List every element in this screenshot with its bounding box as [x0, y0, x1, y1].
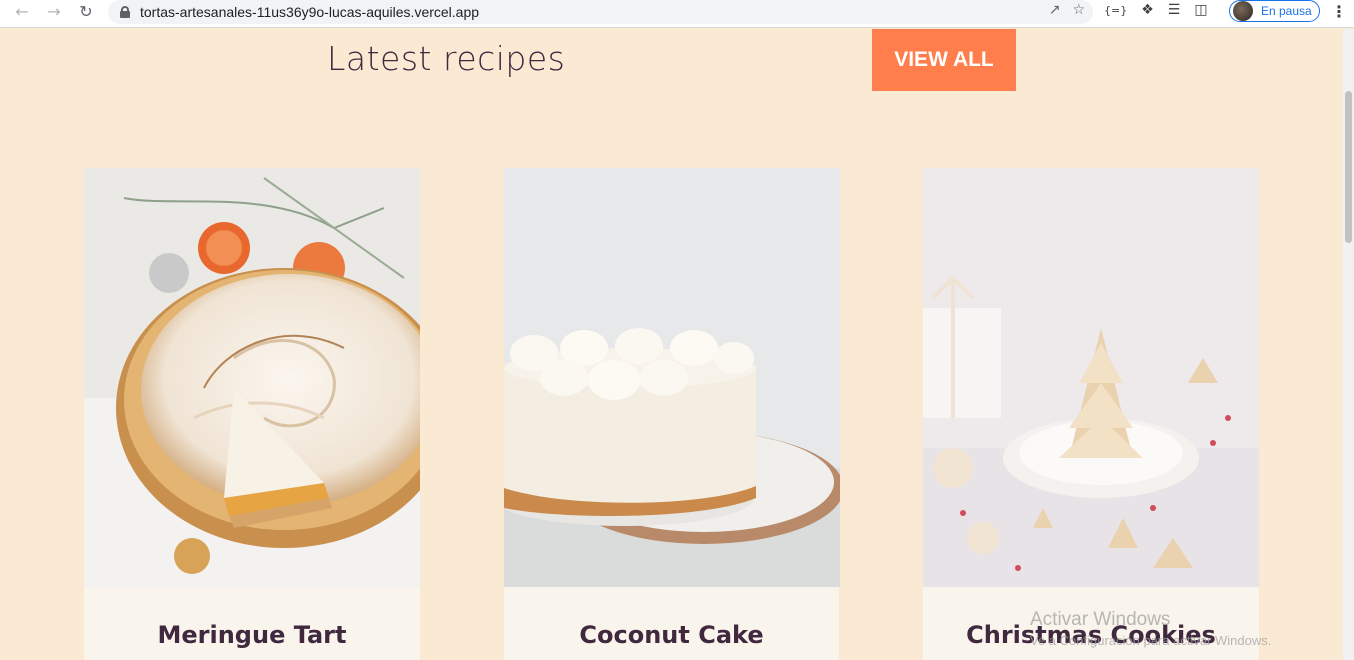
recipe-card[interactable]: Christmas Cookies [923, 168, 1259, 660]
media-queue-icon[interactable]: ☰ [1168, 2, 1181, 18]
watermark-title: Activar Windows [1030, 609, 1171, 630]
extension-icon[interactable]: {=} [1104, 4, 1127, 17]
more-menu-icon[interactable]: ⋮ [1331, 2, 1347, 21]
windows-activation-watermark: Activar Windows Ve a Configuración para … [1030, 609, 1271, 648]
avatar [1233, 1, 1253, 21]
page-scrollbar[interactable] [1343, 29, 1354, 660]
meringue-tart-image [84, 168, 420, 587]
coconut-cake-image [504, 168, 840, 587]
url-text: tortas-artesanales-11us36y9o-lucas-aquil… [140, 4, 480, 20]
watermark-subtitle: Ve a Configuración para activar Windows. [1030, 633, 1272, 648]
recipe-card[interactable]: Meringue Tart [84, 168, 420, 660]
forward-arrow-icon[interactable]: → [40, 0, 68, 22]
recipe-card-body: Coconut Cake [504, 587, 839, 660]
side-panel-icon[interactable]: ◫ [1194, 2, 1207, 18]
recipe-card[interactable]: Coconut Cake [504, 168, 840, 660]
puzzle-extensions-icon[interactable]: ❖ [1141, 2, 1154, 18]
recipe-title: Meringue Tart [157, 621, 347, 649]
profile-button[interactable]: En pausa [1229, 0, 1320, 22]
recipe-card-body: Meringue Tart [84, 587, 420, 660]
bookmark-star-icon[interactable]: ☆ [1072, 2, 1085, 18]
section-title: Latest recipes [327, 39, 566, 78]
scrollbar-thumb[interactable] [1345, 91, 1352, 243]
share-icon[interactable]: ↗ [1049, 2, 1061, 18]
browser-toolbar: ← → ↻ tortas-artesanales-11us36y9o-lucas… [0, 0, 1354, 28]
profile-status-label: En pausa [1261, 4, 1312, 18]
view-all-button[interactable]: VIEW ALL [872, 29, 1016, 91]
recipe-title: Coconut Cake [579, 621, 764, 649]
lock-icon [120, 6, 130, 18]
christmas-cookies-image [923, 168, 1259, 587]
reload-icon[interactable]: ↻ [72, 0, 100, 22]
back-arrow-icon[interactable]: ← [8, 0, 36, 22]
address-bar[interactable]: tortas-artesanales-11us36y9o-lucas-aquil… [108, 0, 1093, 24]
page-content: Latest recipes VIEW ALL Meringue Tart Co… [0, 29, 1343, 660]
